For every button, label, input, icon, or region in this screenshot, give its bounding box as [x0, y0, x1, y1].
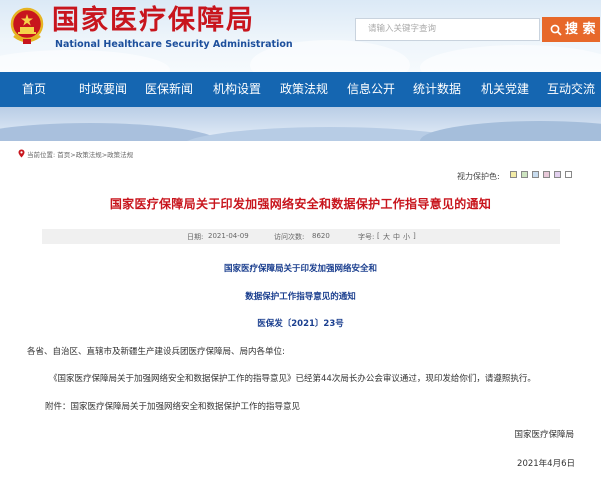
document-attachment-link[interactable]: 附件：国家医疗保障局关于加强网络安全和数据保护工作的指导意见 [45, 400, 300, 412]
vision-swatch-white[interactable] [565, 171, 572, 178]
breadcrumb-item-policy[interactable]: >政策法规 [70, 151, 101, 159]
vision-swatch-yellow[interactable] [510, 171, 517, 178]
site-logo-title[interactable]: 国家医疗保障局 [52, 5, 255, 37]
visits-label: 访问次数: [274, 233, 305, 241]
breadcrumb-item-policy-sub[interactable]: >政策法规 [102, 151, 133, 159]
font-size-small[interactable]: 小 [403, 232, 410, 242]
vision-swatch-blue[interactable] [532, 171, 539, 178]
breadcrumb-item-home[interactable]: 首页 [57, 151, 70, 159]
article-title: 国家医疗保障局关于印发加强网络安全和数据保护工作指导意见的通知 [109, 197, 492, 211]
national-emblem-icon [10, 7, 44, 44]
nav-item-statistics[interactable]: 统计数据 [413, 72, 461, 107]
banner-hill [0, 123, 220, 141]
search-button-label: 搜 索 [565, 22, 596, 37]
banner-hill [420, 121, 601, 141]
document-body: 《国家医疗保障局关于加强网络安全和数据保护工作的指导意见》已经第44次局长办公会… [49, 374, 536, 384]
nav-item-policy[interactable]: 政策法规 [280, 72, 328, 107]
document-title-line2: 数据保护工作指导意见的通知 [245, 292, 356, 302]
main-nav: 首页 时政要闻 医保新闻 机构设置 政策法规 信息公开 统计数据 机关党建 互动… [0, 72, 601, 107]
search-input[interactable]: 请输入关键字查询 [355, 18, 540, 41]
nav-item-home[interactable]: 首页 [22, 72, 46, 107]
date-label: 日期: [187, 233, 204, 241]
document-addressee: 各省、自治区、直辖市及新疆生产建设兵团医疗保障局、局内各单位: [27, 347, 285, 357]
document-title-line1: 国家医疗保障局关于印发加强网络安全和 [223, 264, 377, 274]
nav-item-news[interactable]: 时政要闻 [79, 72, 127, 107]
vision-color-label: 视力保护色: [457, 172, 500, 181]
nav-item-interaction[interactable]: 互动交流 [547, 72, 595, 107]
document-signature: 国家医疗保障局 [514, 430, 574, 440]
document-number: 医保发〔2021〕23号 [257, 319, 344, 329]
site-logo-subtitle: National Healthcare Security Administrat… [55, 39, 293, 50]
search-button[interactable]: 搜 索 [542, 17, 600, 42]
vision-swatch-green[interactable] [521, 171, 528, 178]
nav-item-party[interactable]: 机关党建 [481, 72, 529, 107]
nav-item-insurance-news[interactable]: 医保新闻 [145, 72, 193, 107]
breadcrumb: 当前位置: 首页>政策法规>政策法规 [18, 149, 133, 159]
font-size-medium[interactable]: 中 [393, 232, 400, 242]
font-size-label: 字号: [358, 233, 375, 241]
visit-count: 8620 [312, 232, 330, 240]
document-sign-date: 2021年4月6日 [517, 459, 575, 469]
cloud-decoration [420, 45, 601, 72]
cloud-decoration [0, 50, 170, 72]
site-header: 国家医疗保障局 National Healthcare Security Adm… [0, 0, 601, 72]
font-size-large[interactable]: 大 [383, 232, 390, 242]
vision-swatch-purple[interactable] [554, 171, 561, 178]
publish-date: 2021-04-09 [208, 232, 249, 240]
search-icon [550, 24, 562, 36]
font-bracket-close: ] [413, 232, 416, 240]
vision-swatch-pink[interactable] [543, 171, 550, 178]
nav-item-organization[interactable]: 机构设置 [213, 72, 261, 107]
decorative-banner [0, 107, 601, 141]
nav-item-disclosure[interactable]: 信息公开 [347, 72, 395, 107]
location-pin-icon [18, 149, 25, 158]
breadcrumb-label: 当前位置: [27, 151, 56, 159]
font-bracket-open: [ [377, 232, 380, 240]
